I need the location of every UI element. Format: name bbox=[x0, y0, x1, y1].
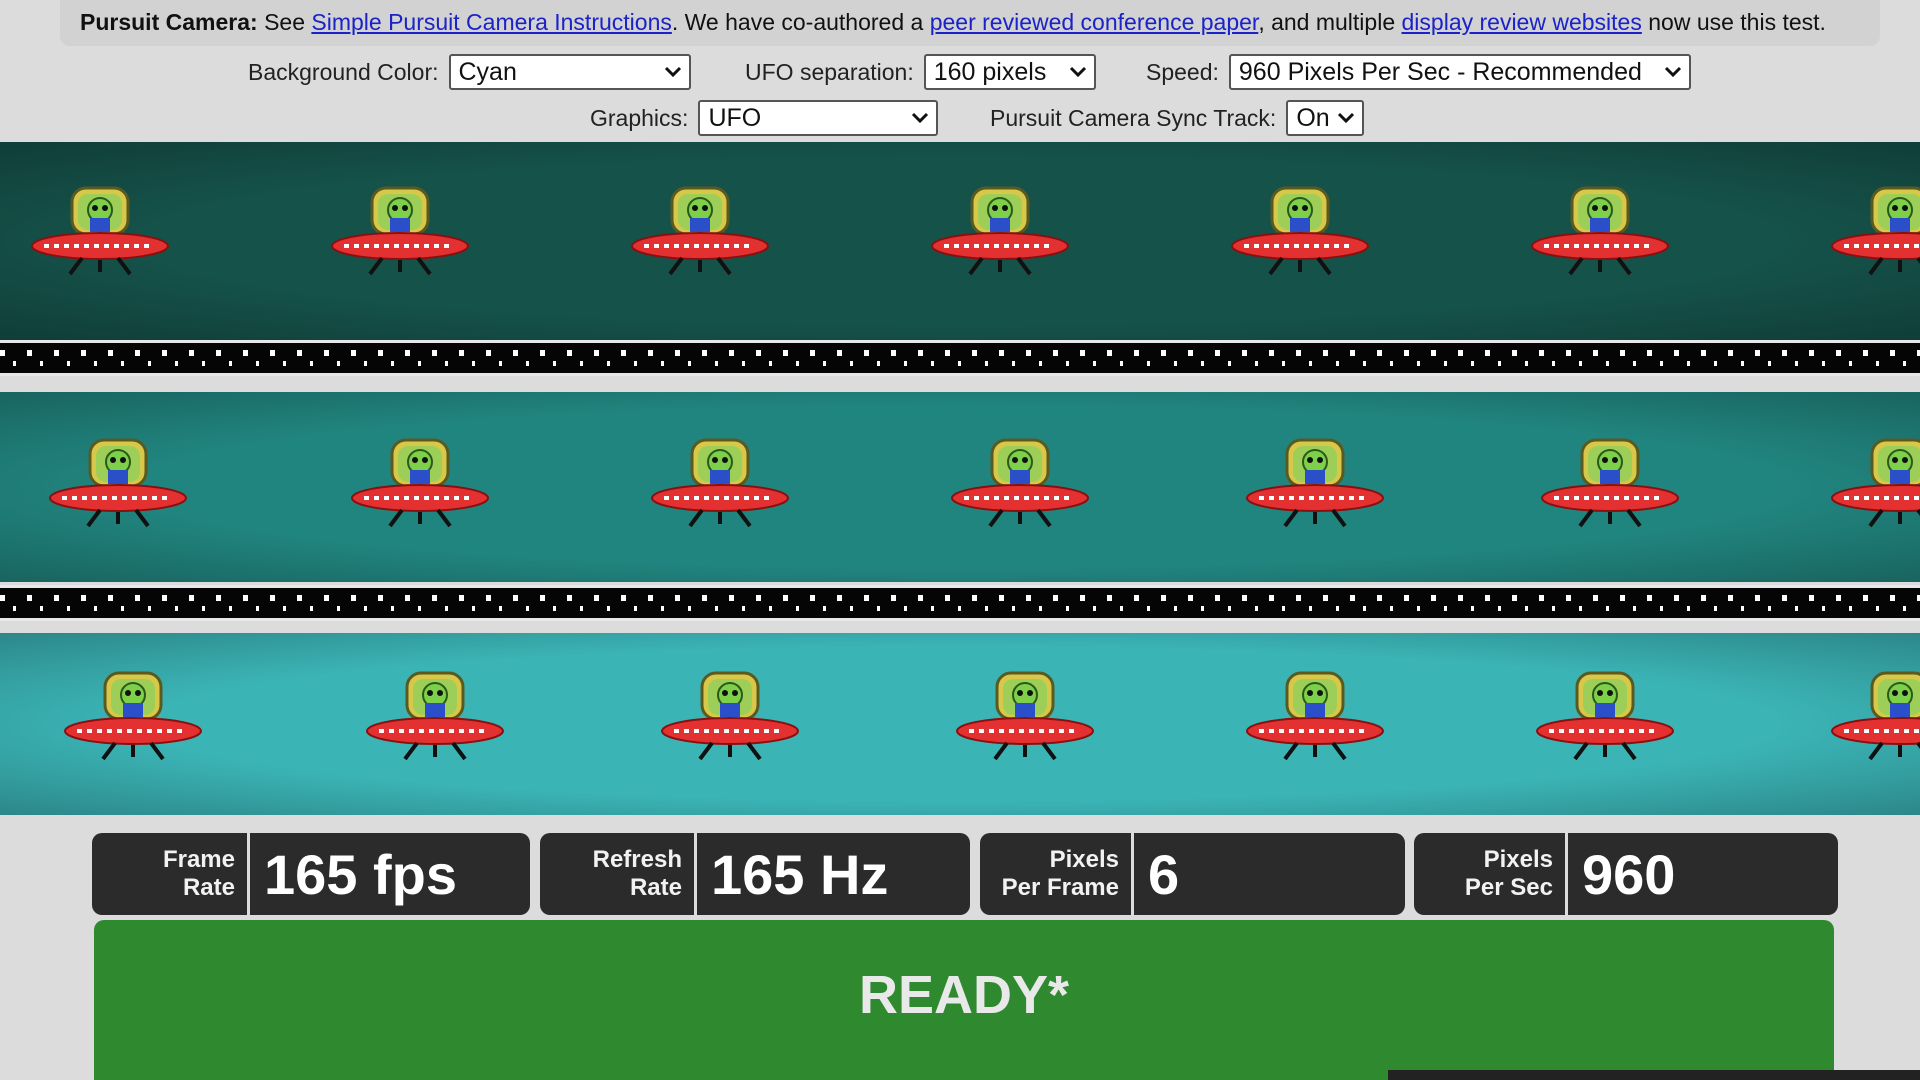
ufo-alien-icon bbox=[350, 432, 490, 542]
pixels-per-sec-label: Pixels Per Sec bbox=[1414, 833, 1568, 915]
ufo-alien-icon bbox=[650, 432, 790, 542]
ufo-alien-icon bbox=[1535, 665, 1675, 775]
frame-rate-label: Frame Rate bbox=[92, 833, 250, 915]
graphics-control: Graphics: UFO bbox=[590, 96, 939, 140]
background-color-control: Background Color: Cyan bbox=[248, 50, 691, 94]
sync-track-label: Pursuit Camera Sync Track: bbox=[990, 104, 1277, 131]
sync-track-select[interactable]: On bbox=[1286, 100, 1365, 136]
refresh-rate-value: 165 Hz bbox=[711, 842, 889, 906]
chevron-down-icon bbox=[1068, 62, 1088, 82]
ufo-alien-icon bbox=[1530, 180, 1670, 290]
graphics-value: UFO bbox=[708, 103, 762, 132]
review-websites-link[interactable]: display review websites bbox=[1402, 9, 1642, 35]
pixels-per-sec-stat: Pixels Per Sec 960 bbox=[1414, 833, 1838, 915]
ufo-alien-icon bbox=[1830, 665, 1920, 775]
ufo-alien-icon bbox=[48, 432, 188, 542]
ready-status-text: READY* bbox=[858, 965, 1070, 1025]
chevron-down-icon bbox=[1663, 62, 1683, 82]
background-color-select[interactable]: Cyan bbox=[448, 54, 691, 90]
refresh-rate-label: Refresh Rate bbox=[540, 833, 697, 915]
sync-track-value: On bbox=[1296, 103, 1330, 132]
ufo-alien-icon bbox=[330, 180, 470, 290]
background-color-label: Background Color: bbox=[248, 58, 439, 85]
sync-track-strip bbox=[0, 340, 1920, 376]
ufo-alien-icon bbox=[1830, 432, 1920, 542]
ufo-separation-select[interactable]: 160 pixels bbox=[923, 54, 1096, 90]
controls-row-2: Graphics: UFO Pursuit Camera Sync Track:… bbox=[0, 96, 1920, 140]
background-color-value: Cyan bbox=[458, 57, 517, 86]
ufo-alien-icon bbox=[660, 665, 800, 775]
conference-paper-link[interactable]: peer reviewed conference paper bbox=[930, 9, 1259, 35]
ufo-track-2 bbox=[0, 392, 1920, 582]
ufo-alien-icon bbox=[30, 180, 170, 290]
intro-text-3: , and multiple bbox=[1258, 9, 1396, 35]
ufo-alien-icon bbox=[1540, 432, 1680, 542]
pixels-per-frame-label: Pixels Per Frame bbox=[980, 833, 1134, 915]
ufo-separation-value: 160 pixels bbox=[933, 57, 1047, 86]
ufo-separation-label: UFO separation: bbox=[745, 58, 914, 85]
sync-track-control: Pursuit Camera Sync Track: On bbox=[990, 96, 1365, 140]
graphics-select[interactable]: UFO bbox=[698, 100, 939, 136]
refresh-rate-stat: Refresh Rate 165 Hz bbox=[540, 833, 970, 915]
ufo-separation-control: UFO separation: 160 pixels bbox=[745, 50, 1096, 94]
ufo-alien-icon bbox=[63, 665, 203, 775]
chevron-down-icon bbox=[1336, 108, 1356, 128]
intro-text-2: . We have co-authored a bbox=[671, 9, 924, 35]
ufo-alien-icon bbox=[1245, 665, 1385, 775]
graphics-label: Graphics: bbox=[590, 104, 689, 131]
frame-rate-value: 165 fps bbox=[264, 842, 457, 906]
ufo-alien-icon bbox=[950, 432, 1090, 542]
chevron-down-icon bbox=[663, 62, 683, 82]
ufo-track-1 bbox=[0, 142, 1920, 340]
ready-status-banner: READY* bbox=[94, 920, 1834, 1080]
frame-rate-stat: Frame Rate 165 fps bbox=[92, 833, 530, 915]
pixels-per-sec-value: 960 bbox=[1582, 842, 1676, 906]
pursuit-camera-intro: Pursuit Camera: See Simple Pursuit Camer… bbox=[60, 0, 1880, 46]
pixels-per-frame-stat: Pixels Per Frame 6 bbox=[980, 833, 1405, 915]
controls-row-1: Background Color: Cyan UFO separation: 1… bbox=[0, 50, 1920, 94]
bottom-edge-bar bbox=[1388, 1070, 1920, 1080]
pixels-per-frame-value: 6 bbox=[1148, 842, 1180, 906]
ufo-alien-icon bbox=[930, 180, 1070, 290]
speed-control: Speed: 960 Pixels Per Sec - Recommended bbox=[1146, 50, 1691, 94]
simple-instructions-link[interactable]: Simple Pursuit Camera Instructions bbox=[311, 9, 671, 35]
chevron-down-icon bbox=[910, 108, 930, 128]
ufo-alien-icon bbox=[1830, 180, 1920, 290]
ufo-alien-icon bbox=[955, 665, 1095, 775]
ufo-track-3 bbox=[0, 633, 1920, 815]
speed-value: 960 Pixels Per Sec - Recommended bbox=[1238, 57, 1642, 86]
intro-text-4: now use this test. bbox=[1648, 9, 1826, 35]
ufo-alien-icon bbox=[630, 180, 770, 290]
speed-select[interactable]: 960 Pixels Per Sec - Recommended bbox=[1228, 54, 1691, 90]
ufo-alien-icon bbox=[1245, 432, 1385, 542]
sync-track-strip bbox=[0, 585, 1920, 621]
speed-label: Speed: bbox=[1146, 58, 1219, 85]
intro-see: See bbox=[264, 9, 305, 35]
ufo-alien-icon bbox=[1230, 180, 1370, 290]
intro-label: Pursuit Camera: bbox=[80, 9, 258, 35]
ufo-alien-icon bbox=[365, 665, 505, 775]
